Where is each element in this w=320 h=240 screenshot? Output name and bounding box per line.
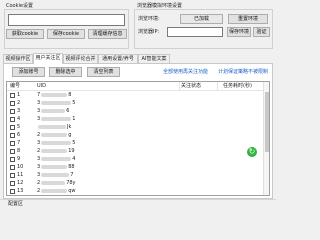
uid-suffix: Jk [67, 124, 72, 130]
uid-redaction [41, 148, 68, 153]
uid-suffix: 6 [66, 108, 70, 114]
header-uid: UID [37, 83, 46, 89]
row-checkbox[interactable] [10, 125, 15, 130]
table-row[interactable]: 14 3t [7, 195, 269, 196]
header-task-time: 任务耗时(秒) [223, 83, 252, 89]
browser-env-label: 浏览环境: [138, 16, 160, 22]
uid-suffix: 1 [72, 116, 76, 122]
uid-suffix: qw [68, 188, 76, 194]
reset-env-button[interactable]: 重置环境 [228, 14, 268, 24]
get-cookie-button[interactable]: 获取cookie [6, 29, 44, 39]
uid-suffix: 7 [70, 172, 74, 178]
status-bar: 配置区 [0, 199, 276, 208]
config-area-label: 配置区 [8, 201, 24, 207]
browser-ip-label: 浏览器IP: [138, 29, 160, 35]
row-checkbox[interactable] [10, 133, 15, 138]
clear-list-button[interactable]: 清空列表 [87, 67, 120, 77]
uid-prefix: 3 [37, 140, 41, 146]
uid-prefix: 3 [37, 156, 41, 162]
uid-redaction [38, 124, 66, 129]
uid-redaction [41, 140, 72, 145]
uid-redaction [41, 100, 72, 105]
column-divider [179, 82, 180, 91]
uid-suffix: 78y [66, 180, 76, 186]
uid-suffix: 5 [72, 100, 76, 106]
scrollbar-thumb[interactable] [265, 92, 269, 152]
row-checkbox[interactable] [10, 141, 15, 146]
uid-prefix: 3 [37, 172, 41, 178]
refresh-icon[interactable]: ↻ [247, 147, 257, 157]
cookie-text-field[interactable] [8, 14, 125, 26]
env-status-indicator: 已加载 [180, 14, 223, 24]
uid-redaction [41, 132, 68, 137]
plan-save-link[interactable]: 计划保证策略不被限制 [218, 68, 268, 76]
row-checkbox[interactable] [10, 157, 15, 162]
uid-prefix: 3 [37, 100, 41, 106]
row-checkbox[interactable] [10, 149, 15, 154]
uid-redaction [41, 108, 66, 113]
uid-prefix: 3 [37, 164, 41, 170]
row-checkbox[interactable] [10, 117, 15, 122]
uid-suffix: 4 [72, 156, 76, 162]
row-checkbox[interactable] [10, 173, 15, 178]
uid-prefix: 2 [37, 188, 41, 194]
clear-cache-button[interactable]: 清理缓存信息 [88, 29, 127, 39]
row-checkbox[interactable] [10, 181, 15, 186]
row-checkbox[interactable] [10, 189, 15, 194]
uid-suffix: 8 [68, 92, 72, 98]
uid-redaction [41, 164, 68, 169]
row-checkbox[interactable] [10, 165, 15, 170]
row-index: 14 [17, 195, 23, 196]
uid-prefix: 3 [37, 108, 41, 114]
uid-prefix: 2 [37, 132, 41, 138]
uid-redaction [41, 188, 68, 193]
uid-prefix: 3 [37, 116, 41, 122]
row-uid: 3t [37, 195, 74, 196]
add-account-button[interactable]: 添加账号 [12, 67, 45, 77]
uid-table: 编号 UID 关注状态 任务耗时(秒) 1 78 2 35 3 36 4 31 … [6, 81, 270, 196]
save-cookie-button[interactable]: 保存cookie [47, 29, 85, 39]
save-env-button[interactable]: 保存环境 [227, 27, 251, 37]
uid-prefix: 7 [37, 92, 41, 98]
browser-ip-field[interactable] [167, 27, 223, 37]
uid-prefix: 2 [37, 148, 41, 154]
uid-redaction [41, 172, 70, 177]
table-scrollbar[interactable] [263, 82, 269, 195]
uid-prefix: 2 [37, 180, 41, 186]
verify-button[interactable]: 验证 [253, 27, 270, 37]
row-checkbox[interactable] [10, 93, 15, 98]
header-follow-status: 关注状态 [181, 83, 202, 89]
delete-selected-button[interactable]: 删除选中 [49, 67, 82, 77]
column-divider [217, 82, 218, 91]
row-checkbox[interactable] [10, 101, 15, 106]
uid-redaction [41, 180, 66, 185]
uid-suffix: 5 [72, 140, 76, 146]
uid-redaction [41, 116, 72, 121]
row-checkbox[interactable] [10, 109, 15, 114]
uid-suffix: 19 [68, 148, 75, 154]
uid-suffix: g [68, 132, 72, 138]
uid-redaction [41, 156, 72, 161]
tab-user-follow[interactable]: 用户关注区 [33, 53, 63, 64]
header-index: 编号 [10, 83, 21, 89]
uid-suffix: 88 [68, 164, 75, 170]
all-follow-link[interactable]: 全部使用再关注功能 [163, 68, 208, 76]
uid-redaction [41, 92, 68, 97]
table-header: 编号 UID 关注状态 任务耗时(秒) [7, 82, 269, 91]
